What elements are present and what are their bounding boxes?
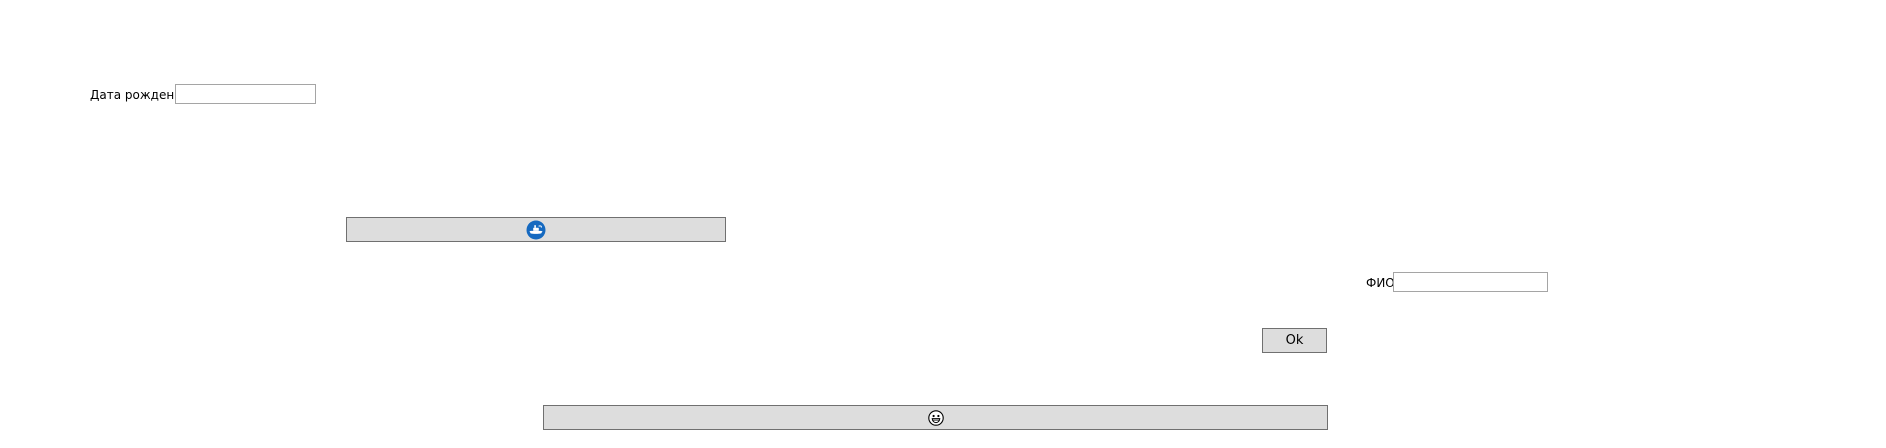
full-name-label: ФИО [1366, 276, 1395, 290]
grinning-face-icon [927, 409, 944, 426]
rocket-icon-button[interactable] [346, 217, 726, 242]
full-name-input[interactable] [1393, 272, 1548, 292]
ok-button[interactable]: Ok [1262, 328, 1327, 353]
birth-date-input[interactable] [175, 84, 316, 104]
form-window: Дата рождения ФИО Ok [0, 0, 1886, 448]
rocket-ship-icon [526, 220, 546, 240]
smiley-icon-button[interactable] [543, 405, 1328, 430]
